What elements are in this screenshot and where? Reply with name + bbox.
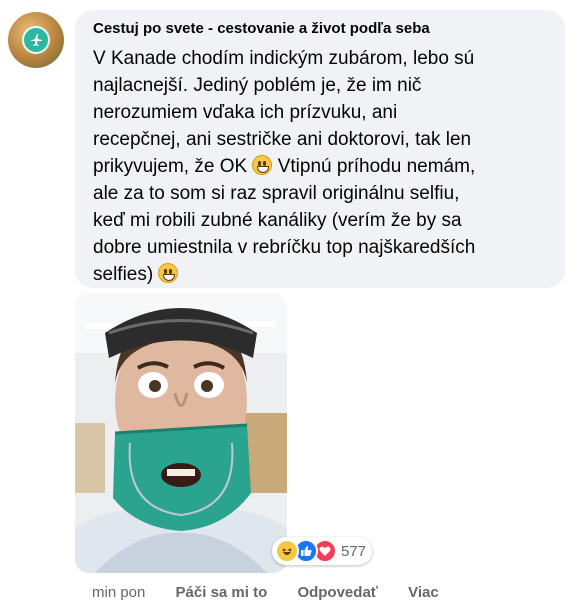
comment-line: keď mi robili zubné kanáliky (verím že b…	[93, 210, 462, 231]
reaction-count: 577	[341, 542, 367, 560]
comment-line: recepčnej, ani sestričke ani doktorovi, …	[93, 129, 472, 150]
more-button[interactable]: Viac	[408, 584, 439, 601]
reactions-summary[interactable]: 577	[272, 537, 373, 565]
comment-line: najlacnejší. Jediný poblém je, že im nič	[93, 75, 422, 96]
comment-author[interactable]: Cestuj po svete - cestovanie a život pod…	[93, 20, 430, 37]
comment-line: Vtipnú príhodu nemám,	[277, 156, 476, 177]
comment-bubble: Cestuj po svete - cestovanie a život pod…	[75, 10, 565, 288]
like-button[interactable]: Páči sa mi to	[176, 584, 268, 601]
grinning-face-emoji	[252, 155, 273, 175]
reply-button[interactable]: Odpovedať	[297, 584, 378, 601]
airplane-globe-icon	[22, 26, 50, 54]
comment-line: nerozumiem vďaka ich prízvuku, ani	[93, 102, 398, 123]
selfie-photo-illustration	[75, 293, 287, 573]
comment-actions: min pon Páči sa mi to Odpovedať Viac	[92, 584, 465, 601]
comment-line: prikyvujem, že OK	[93, 156, 248, 177]
comment-timestamp[interactable]: min pon	[92, 584, 145, 601]
comment-text: V Kanade chodím indickým zubárom, lebo s…	[93, 45, 563, 288]
comment-line: selfies)	[93, 264, 154, 285]
comment-line: ale za to som si raz spravil originálnu …	[93, 183, 460, 204]
comment-line: V Kanade chodím indickým zubárom, lebo s…	[93, 48, 475, 69]
comment-line: dobre umiestnila v rebríčku top najškare…	[93, 237, 476, 258]
attached-photo[interactable]	[75, 293, 287, 573]
grinning-face-emoji	[158, 263, 179, 283]
page-avatar[interactable]	[8, 12, 64, 68]
haha-reaction-icon	[275, 539, 299, 563]
